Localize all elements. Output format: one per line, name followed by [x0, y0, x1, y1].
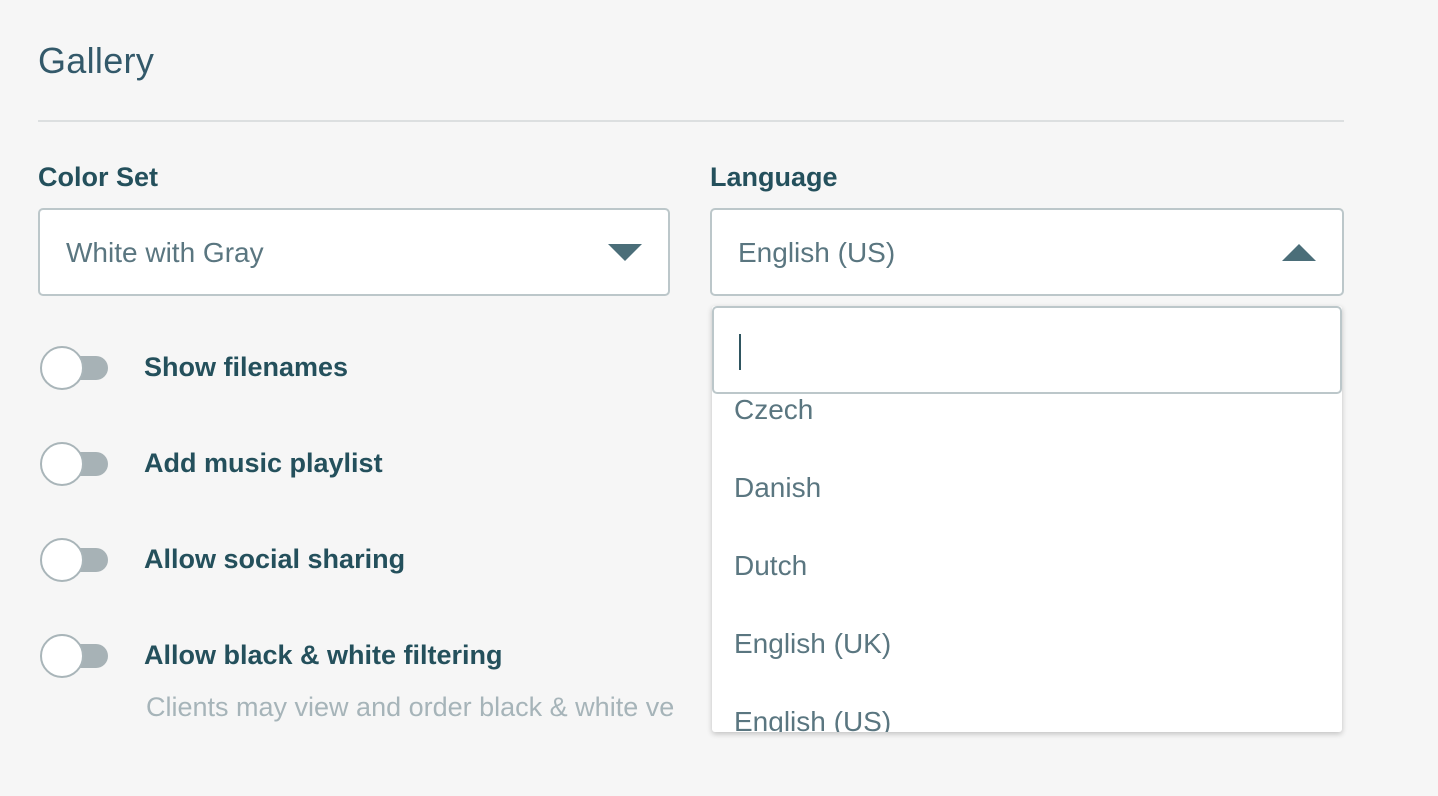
chevron-up-icon [1282, 244, 1316, 261]
language-option-dutch[interactable]: Dutch [734, 550, 807, 582]
toggle-knob [40, 346, 84, 390]
language-label: Language [710, 162, 838, 192]
color-set-value: White with Gray [66, 237, 264, 268]
toggle-knob [40, 634, 84, 678]
color-set-label: Color Set [38, 162, 159, 192]
section-title: Gallery [38, 40, 155, 81]
add-music-playlist-toggle[interactable] [40, 442, 108, 486]
language-dropdown-menu: Czech Danish Dutch English (UK) English … [712, 306, 1342, 732]
language-option-danish[interactable]: Danish [734, 472, 821, 504]
allow-social-sharing-label: Allow social sharing [144, 544, 406, 574]
language-option-czech[interactable]: Czech [734, 394, 813, 426]
language-option-english-uk[interactable]: English (UK) [734, 628, 891, 660]
language-search-input[interactable] [714, 308, 1340, 392]
bw-filtering-help-text: Clients may view and order black & white… [146, 692, 675, 722]
language-value: English (US) [738, 237, 896, 268]
toggle-knob [40, 538, 84, 582]
toggle-knob [40, 442, 84, 486]
color-set-select[interactable]: White with Gray [38, 208, 670, 296]
allow-social-sharing-toggle[interactable] [40, 538, 108, 582]
text-cursor [739, 334, 741, 370]
section-divider [38, 120, 1344, 122]
language-options-list[interactable]: Czech Danish Dutch English (UK) English … [712, 394, 1342, 732]
language-search-box [712, 306, 1342, 394]
show-filenames-label: Show filenames [144, 352, 349, 382]
add-music-playlist-label: Add music playlist [144, 448, 383, 478]
show-filenames-toggle[interactable] [40, 346, 108, 390]
chevron-down-icon [608, 244, 642, 261]
language-option-english-us[interactable]: English (US) [734, 706, 891, 732]
allow-bw-filtering-label: Allow black & white filtering [144, 640, 503, 670]
allow-bw-filtering-toggle[interactable] [40, 634, 108, 678]
gallery-settings-page: Gallery Color Set White with Gray Langua… [0, 0, 1438, 796]
language-select[interactable]: English (US) [710, 208, 1344, 296]
